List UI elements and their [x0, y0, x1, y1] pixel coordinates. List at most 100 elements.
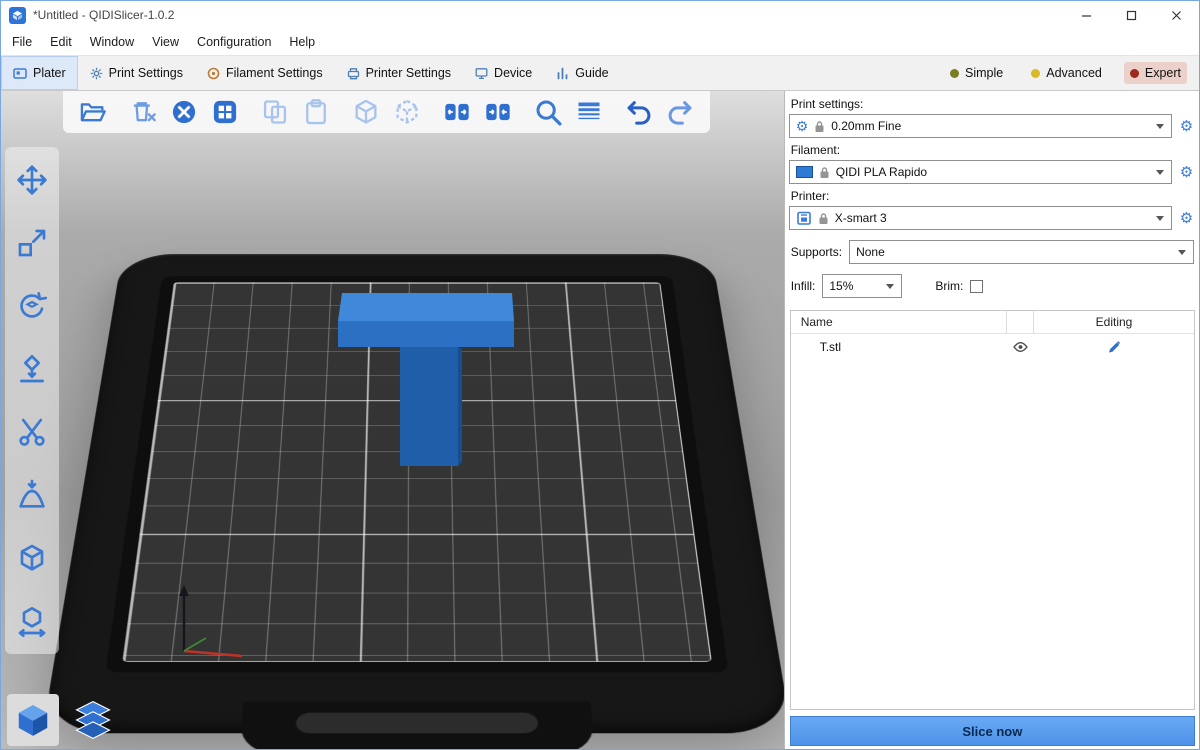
add-instance-button[interactable] [350, 96, 382, 128]
remove-instance-button[interactable] [391, 96, 423, 128]
print-profile-gear-icon: ⚙ [796, 119, 809, 133]
menu-help[interactable]: Help [280, 31, 324, 53]
scale-button[interactable] [11, 222, 53, 264]
left-toolbar [5, 147, 59, 654]
infill-label: Infill: [791, 279, 816, 293]
simple-mode-dot-icon [950, 69, 959, 78]
measure-button[interactable] [11, 600, 53, 642]
supports-label: Supports: [791, 245, 842, 259]
filament-edit-button[interactable]: ⚙ [1177, 165, 1196, 180]
arrange-icon [211, 98, 239, 126]
infill-combo[interactable]: 15% [822, 274, 902, 298]
tab-label: Guide [575, 66, 608, 80]
delete-all-button[interactable] [168, 96, 200, 128]
arrange-button[interactable] [209, 96, 241, 128]
menu-edit[interactable]: Edit [41, 31, 81, 53]
printer-settings-icon [347, 67, 360, 80]
filament-label: Filament: [791, 143, 1196, 157]
object-list: Name Editing T.stl [790, 310, 1195, 710]
tab-filament-settings[interactable]: Filament Settings [195, 56, 335, 90]
rotate-icon [16, 290, 48, 322]
printer-label: Printer: [791, 189, 1196, 203]
delete-button[interactable] [127, 96, 159, 128]
filament-combo[interactable]: QIDI PLA Rapido [789, 160, 1172, 184]
scale-icon [16, 227, 48, 259]
menu-file[interactable]: File [3, 31, 41, 53]
mode-label: Expert [1145, 66, 1181, 80]
search-icon [533, 97, 563, 127]
print-settings-value: 0.20mm Fine [831, 119, 901, 133]
window-title: *Untitled - QIDISlicer-1.0.2 [33, 8, 174, 22]
printer-combo[interactable]: X-smart 3 [789, 206, 1172, 230]
add-instance-cube-icon [352, 98, 380, 126]
paste-icon [302, 98, 330, 126]
object-name: T.stl [791, 340, 1006, 354]
app-logo-icon [9, 7, 26, 24]
visibility-toggle[interactable] [1006, 334, 1034, 359]
split-to-objects-button[interactable] [441, 96, 473, 128]
object-list-header: Name Editing [791, 311, 1194, 334]
mode-switcher: Simple Advanced Expert [944, 56, 1199, 90]
tab-print-settings[interactable]: Print Settings [78, 56, 195, 90]
model-t[interactable] [1, 91, 784, 749]
3d-editor-view-button[interactable] [7, 694, 59, 746]
rotate-button[interactable] [11, 285, 53, 327]
menu-view[interactable]: View [143, 31, 188, 53]
menu-configuration[interactable]: Configuration [188, 31, 280, 53]
object-row[interactable]: T.stl [791, 334, 1194, 359]
tab-label: Print Settings [109, 66, 183, 80]
tab-label: Printer Settings [366, 66, 451, 80]
editing-toggle[interactable] [1034, 340, 1194, 354]
close-button[interactable] [1154, 1, 1199, 29]
open-button[interactable] [77, 96, 109, 128]
seam-painting-button[interactable] [11, 537, 53, 579]
supports-value: None [856, 245, 885, 259]
plater-icon [13, 66, 27, 80]
variable-layer-height-icon [575, 98, 603, 126]
paste-button[interactable] [300, 96, 332, 128]
brim-checkbox[interactable] [970, 280, 983, 293]
mode-expert[interactable]: Expert [1124, 62, 1187, 84]
slice-now-button[interactable]: Slice now [790, 716, 1195, 746]
tab-plater[interactable]: Plater [1, 56, 78, 90]
supports-combo[interactable]: None [849, 240, 1194, 264]
variable-layer-height-button[interactable] [573, 96, 605, 128]
undo-button[interactable] [623, 96, 655, 128]
advanced-mode-dot-icon [1031, 69, 1040, 78]
minimize-button[interactable] [1064, 1, 1109, 29]
mode-advanced[interactable]: Advanced [1025, 62, 1108, 84]
print-settings-combo[interactable]: ⚙ 0.20mm Fine [789, 114, 1172, 138]
print-settings-edit-button[interactable]: ⚙ [1177, 119, 1196, 134]
chevron-down-icon [1151, 124, 1169, 129]
cut-button[interactable] [11, 411, 53, 453]
tab-device[interactable]: Device [463, 56, 544, 90]
copy-button[interactable] [259, 96, 291, 128]
printer-value: X-smart 3 [835, 211, 887, 225]
place-on-face-button[interactable] [11, 348, 53, 390]
3d-cube-icon [14, 701, 52, 739]
paint-on-supports-button[interactable] [11, 474, 53, 516]
filament-settings-icon [207, 67, 220, 80]
redo-button[interactable] [664, 96, 696, 128]
scissors-cut-icon [16, 416, 48, 448]
tab-printer-settings[interactable]: Printer Settings [335, 56, 463, 90]
mode-simple[interactable]: Simple [944, 62, 1009, 84]
search-button[interactable] [532, 96, 564, 128]
viewport-3d[interactable] [1, 91, 784, 749]
menu-window[interactable]: Window [81, 31, 143, 53]
maximize-button[interactable] [1109, 1, 1154, 29]
infill-value: 15% [829, 279, 853, 293]
lock-icon [814, 120, 825, 133]
tab-guide[interactable]: Guide [544, 56, 620, 90]
tab-label: Device [494, 66, 532, 80]
chevron-down-icon [1173, 250, 1191, 255]
expert-mode-dot-icon [1130, 69, 1139, 78]
preview-view-button[interactable] [67, 694, 119, 746]
printer-edit-button[interactable]: ⚙ [1177, 211, 1196, 226]
tabbar: Plater Print Settings Filament Settings … [1, 55, 1199, 91]
split-to-objects-icon [443, 98, 471, 126]
app-window: *Untitled - QIDISlicer-1.0.2 File Edit W… [0, 0, 1200, 750]
brim-label: Brim: [935, 279, 963, 293]
split-to-parts-button[interactable] [482, 96, 514, 128]
move-button[interactable] [11, 159, 53, 201]
